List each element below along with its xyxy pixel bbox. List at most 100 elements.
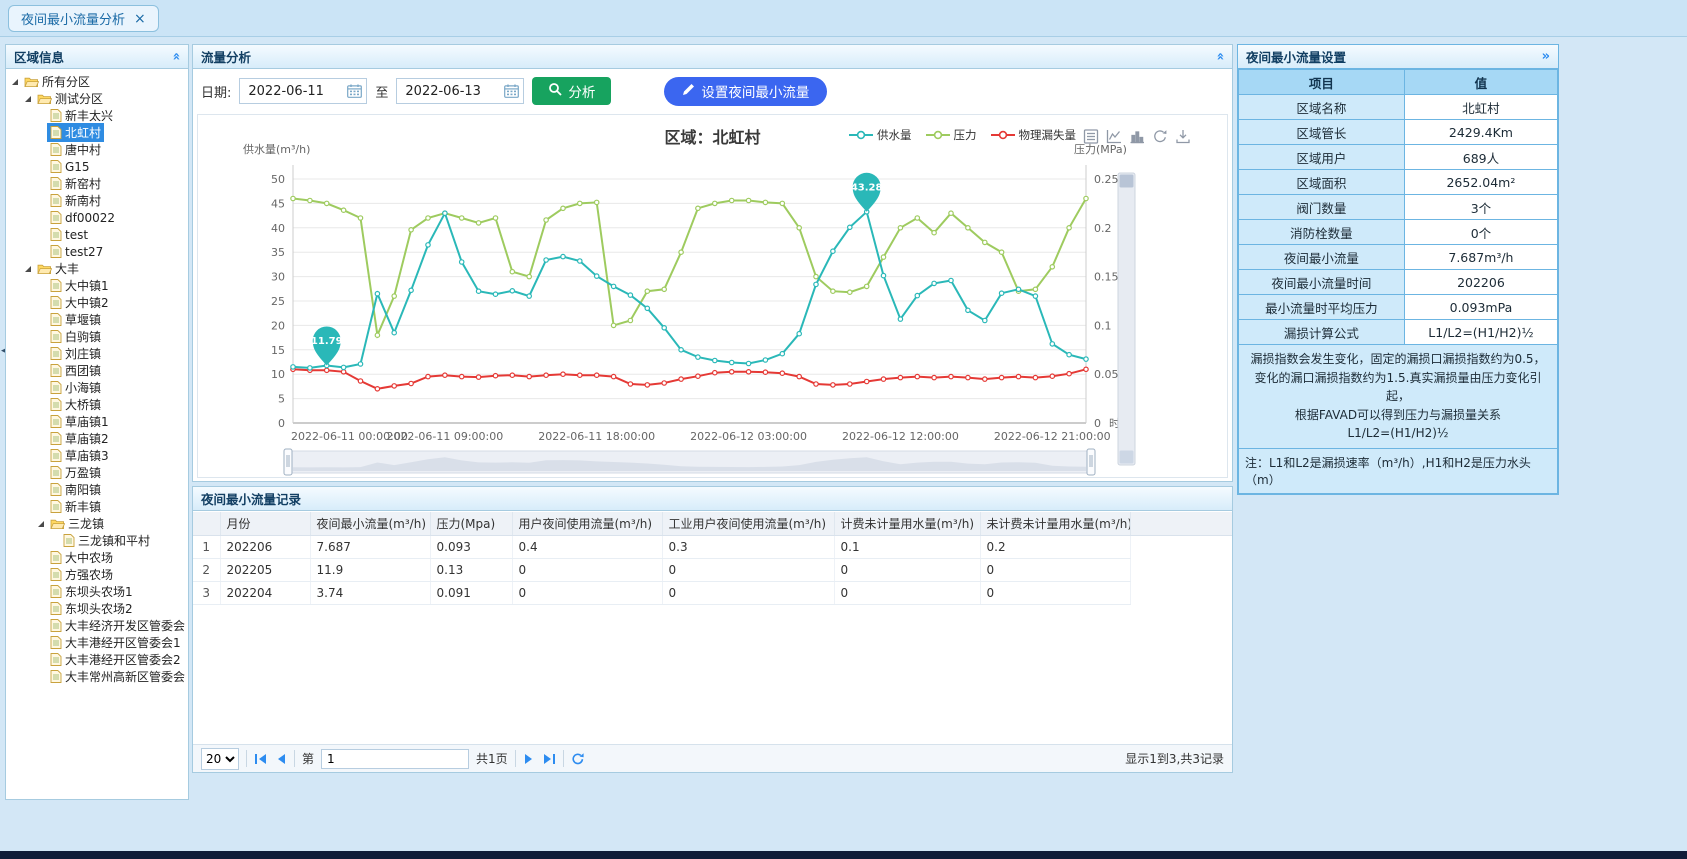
tree-item-所有分区[interactable]: 所有分区 <box>6 73 188 90</box>
tree-item-大丰港经开区管委会1[interactable]: 大丰港经开区管委会1 <box>6 634 188 651</box>
tree-item-大丰港经开区管委会2[interactable]: 大丰港经开区管委会2 <box>6 651 188 668</box>
tree-item-草堰镇[interactable]: 草堰镇 <box>6 311 188 328</box>
tree-item-大中镇2[interactable]: 大中镇2 <box>6 294 188 311</box>
tree-item-大丰经济开发区管委会[interactable]: 大丰经济开发区管委会 <box>6 617 188 634</box>
cell: 0 <box>662 582 834 605</box>
first-page-button[interactable] <box>254 753 268 765</box>
bar-chart-icon[interactable] <box>1131 132 1145 143</box>
region-tree: 所有分区测试分区新丰太兴北虹村唐中村G15新窑村新南村df00022testte… <box>6 69 188 799</box>
set-night-min-flow-button[interactable]: 设置夜间最小流量 <box>664 77 827 106</box>
page-number-input[interactable] <box>321 749 469 769</box>
refresh-icon[interactable] <box>571 752 585 766</box>
tree-item-草庙镇2[interactable]: 草庙镇2 <box>6 430 188 447</box>
setting-label: 区域管长 <box>1239 120 1405 145</box>
tree-item-label: 刘庄镇 <box>65 345 101 362</box>
tree-item-test[interactable]: test <box>6 226 188 243</box>
column-header[interactable]: 用户夜间使用流量(m³/h) <box>512 512 662 536</box>
zoom-handle-top[interactable] <box>1120 175 1134 188</box>
column-header[interactable]: 月份 <box>220 512 310 536</box>
pagination-bar: 20 第 共1页 显示1到3,共3记录 <box>193 744 1232 772</box>
caret-icon[interactable] <box>25 266 31 272</box>
records-panel-title: 夜间最小流量记录 <box>201 489 301 508</box>
chart-canvas[interactable]: 0510152025303540455000.050.10.150.20.252… <box>198 115 1229 481</box>
tree-item-大中镇1[interactable]: 大中镇1 <box>6 277 188 294</box>
tree-item-西团镇[interactable]: 西团镇 <box>6 362 188 379</box>
tree-item-测试分区[interactable]: 测试分区 <box>6 90 188 107</box>
file-icon <box>50 126 62 139</box>
legend-item-压力[interactable]: 压力 <box>926 127 977 143</box>
tree-item-G15[interactable]: G15 <box>6 158 188 175</box>
table-row[interactable]: 32022043.740.0910000 <box>193 582 1232 605</box>
line-chart-icon[interactable] <box>1108 130 1122 143</box>
file-icon <box>50 483 62 496</box>
page-size-select[interactable]: 20 <box>201 748 239 770</box>
tree-item-三龙镇和平村[interactable]: 三龙镇和平村 <box>6 532 188 549</box>
analyze-button[interactable]: 分析 <box>532 77 611 105</box>
caret-icon[interactable] <box>12 79 18 85</box>
page-label: 第 <box>302 750 314 767</box>
column-header[interactable]: 计费未计量用水量(m³/h) <box>834 512 980 536</box>
legend-item-供水量[interactable]: 供水量 <box>849 127 912 143</box>
column-header[interactable]: 夜间最小流量(m³/h) <box>310 512 430 536</box>
tree-item-北虹村[interactable]: 北虹村 <box>6 124 188 141</box>
tree-item-唐中村[interactable]: 唐中村 <box>6 141 188 158</box>
tree-item-东坝头农场2[interactable]: 东坝头农场2 <box>6 600 188 617</box>
settings-row: 夜间最小流量7.687m³/h <box>1239 245 1558 270</box>
tree-item-草庙镇3[interactable]: 草庙镇3 <box>6 447 188 464</box>
tree-item-label: 草堰镇 <box>65 311 101 328</box>
collapse-up-icon[interactable]: « <box>1212 52 1227 60</box>
caret-icon[interactable] <box>38 521 44 527</box>
tree-item-东坝头农场1[interactable]: 东坝头农场1 <box>6 583 188 600</box>
settings-panel-title: 夜间最小流量设置 <box>1246 47 1346 66</box>
tree-item-df00022[interactable]: df00022 <box>6 209 188 226</box>
table-row[interactable]: 12022067.6870.0930.40.30.10.2 <box>193 536 1232 559</box>
column-header[interactable]: 未计费未计量用水量(m³/h) <box>980 512 1130 536</box>
column-header[interactable]: 压力(Mpa) <box>430 512 512 536</box>
tree-item-万盈镇[interactable]: 万盈镇 <box>6 464 188 481</box>
save-image-icon[interactable] <box>1177 130 1189 143</box>
calendar-icon[interactable] <box>347 84 362 101</box>
calendar-icon[interactable] <box>504 84 519 101</box>
legend-item-物理漏失量[interactable]: 物理漏失量 <box>991 127 1077 143</box>
tree-item-大丰[interactable]: 大丰 <box>6 260 188 277</box>
y-datazoom-slider[interactable] <box>1118 173 1135 465</box>
cell: 0.2 <box>980 536 1130 559</box>
tab-night-min-flow-analysis[interactable]: 夜间最小流量分析 × <box>8 5 159 32</box>
tree-item-大桥镇[interactable]: 大桥镇 <box>6 396 188 413</box>
tree-item-三龙镇[interactable]: 三龙镇 <box>6 515 188 532</box>
data-view-icon[interactable] <box>1085 130 1098 143</box>
file-icon <box>63 534 75 547</box>
tree-item-新窑村[interactable]: 新窑村 <box>6 175 188 192</box>
collapse-up-icon[interactable]: « <box>168 52 183 60</box>
tree-item-大中农场[interactable]: 大中农场 <box>6 549 188 566</box>
tree-item-南阳镇[interactable]: 南阳镇 <box>6 481 188 498</box>
expand-right-icon[interactable]: » <box>1542 49 1550 64</box>
tree-item-白驹镇[interactable]: 白驹镇 <box>6 328 188 345</box>
tree-item-新南村[interactable]: 新南村 <box>6 192 188 209</box>
tree-item-方强农场[interactable]: 方强农场 <box>6 566 188 583</box>
zoom-handle-left[interactable] <box>284 449 292 475</box>
tree-item-小海镇[interactable]: 小海镇 <box>6 379 188 396</box>
prev-page-button[interactable] <box>275 753 287 765</box>
tree-item-新丰镇[interactable]: 新丰镇 <box>6 498 188 515</box>
zoom-handle-right[interactable] <box>1087 449 1095 475</box>
tree-item-新丰太兴[interactable]: 新丰太兴 <box>6 107 188 124</box>
svg-text:2022-06-12 12:00:00: 2022-06-12 12:00:00 <box>842 430 959 443</box>
chart-area[interactable]: 0510152025303540455000.050.10.150.20.252… <box>198 115 1227 484</box>
file-icon <box>50 109 62 122</box>
tree-item-刘庄镇[interactable]: 刘庄镇 <box>6 345 188 362</box>
close-icon[interactable]: × <box>134 12 146 26</box>
x-datazoom-slider[interactable] <box>284 449 1095 475</box>
next-page-button[interactable] <box>523 753 535 765</box>
tree-item-test27[interactable]: test27 <box>6 243 188 260</box>
date-from-box <box>239 78 367 104</box>
tree-item-草庙镇1[interactable]: 草庙镇1 <box>6 413 188 430</box>
restore-icon[interactable] <box>1155 130 1167 141</box>
caret-icon[interactable] <box>25 96 31 102</box>
table-row[interactable]: 220220511.90.130000 <box>193 559 1232 582</box>
last-page-button[interactable] <box>542 753 556 765</box>
column-header[interactable]: 工业用户夜间使用流量(m³/h) <box>662 512 834 536</box>
tree-item-大丰常州高新区管委会[interactable]: 大丰常州高新区管委会 <box>6 668 188 685</box>
zoom-handle-bottom[interactable] <box>1120 451 1134 464</box>
svg-text:15: 15 <box>271 344 285 357</box>
